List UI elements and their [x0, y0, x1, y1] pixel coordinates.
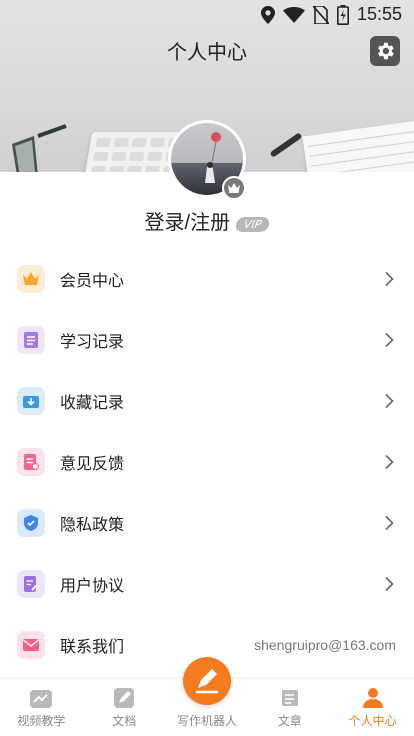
contact-email: shengruipro@163.com [254, 636, 396, 653]
vip-tag: VIP [234, 217, 271, 232]
nav-tab-profile[interactable]: 个人中心 [331, 679, 414, 736]
menu-item-study-records[interactable]: 学习记录 [0, 309, 414, 370]
page-title: 个人中心 [167, 42, 247, 64]
menu-item-label: 收藏记录 [60, 394, 125, 412]
feedback-doc-icon [17, 447, 45, 476]
list-doc-icon [17, 325, 45, 354]
nav-label: 文章 [277, 714, 302, 728]
menu-item-label: 学习记录 [60, 333, 125, 351]
video-chart-icon [30, 690, 53, 708]
download-box-icon [17, 386, 45, 415]
nav-label: 写作机器人 [176, 714, 237, 728]
article-icon [281, 690, 298, 706]
gear-icon [378, 42, 394, 60]
menu-item-membership[interactable]: 会员中心 [0, 248, 414, 309]
no-sim-icon [312, 5, 329, 24]
vip-crown-badge [222, 176, 246, 200]
nav-tab-articles[interactable]: 文章 [248, 679, 331, 736]
pen-decoration [269, 132, 303, 158]
login-row: 登录/注册 VIP [0, 206, 414, 235]
mail-icon [17, 630, 45, 659]
bottom-nav: 视频教学 文档 写作机器人 文章 个人中心 [0, 657, 414, 736]
settings-button[interactable] [370, 36, 400, 66]
notebook-decoration [302, 119, 414, 172]
nav-tab-writing-robot[interactable]: 写作机器人 [166, 657, 249, 736]
crown-icon [228, 183, 240, 193]
menu-item-label: 隐私政策 [60, 516, 125, 534]
location-icon [260, 5, 275, 24]
wifi-icon [282, 6, 305, 23]
menu-item-user-agreement[interactable]: 用户协议 [0, 553, 414, 614]
menu-list: 会员中心 学习记录 收藏记录 意见反馈 隐私政策 用户协议 联系我们 sheng… [0, 248, 414, 675]
chevron-right-icon [385, 393, 394, 408]
chevron-right-icon [385, 454, 394, 469]
menu-item-label: 用户协议 [60, 577, 125, 595]
chevron-right-icon [385, 332, 394, 347]
battery-charging-icon [336, 4, 349, 25]
menu-item-privacy-policy[interactable]: 隐私政策 [0, 492, 414, 553]
crown-icon [17, 264, 45, 293]
menu-item-label: 意见反馈 [60, 455, 125, 473]
nav-tab-video-tutorials[interactable]: 视频教学 [0, 679, 83, 736]
chevron-right-icon [385, 515, 394, 530]
nav-tab-documents[interactable]: 文档 [83, 679, 166, 736]
menu-item-label: 联系我们 [60, 638, 125, 656]
nav-label: 视频教学 [17, 714, 66, 728]
nav-label: 文档 [112, 714, 137, 728]
status-icons: 15:55 [260, 4, 402, 25]
nav-label: 个人中心 [348, 714, 397, 728]
agreement-doc-icon [17, 569, 45, 598]
document-edit-icon [114, 688, 135, 708]
writing-robot-button[interactable] [182, 657, 231, 705]
shield-icon [17, 508, 45, 537]
status-time: 15:55 [356, 4, 402, 24]
chevron-right-icon [385, 271, 394, 286]
menu-item-favorites[interactable]: 收藏记录 [0, 370, 414, 431]
glasses-decoration [12, 124, 67, 172]
pen-icon [195, 669, 219, 694]
menu-item-feedback[interactable]: 意见反馈 [0, 431, 414, 492]
menu-item-label: 会员中心 [60, 272, 125, 290]
status-bar: 15:55 [0, 0, 414, 28]
chevron-right-icon [385, 576, 394, 591]
person-icon [362, 688, 383, 708]
login-register-link[interactable]: 登录/注册 [145, 212, 231, 234]
